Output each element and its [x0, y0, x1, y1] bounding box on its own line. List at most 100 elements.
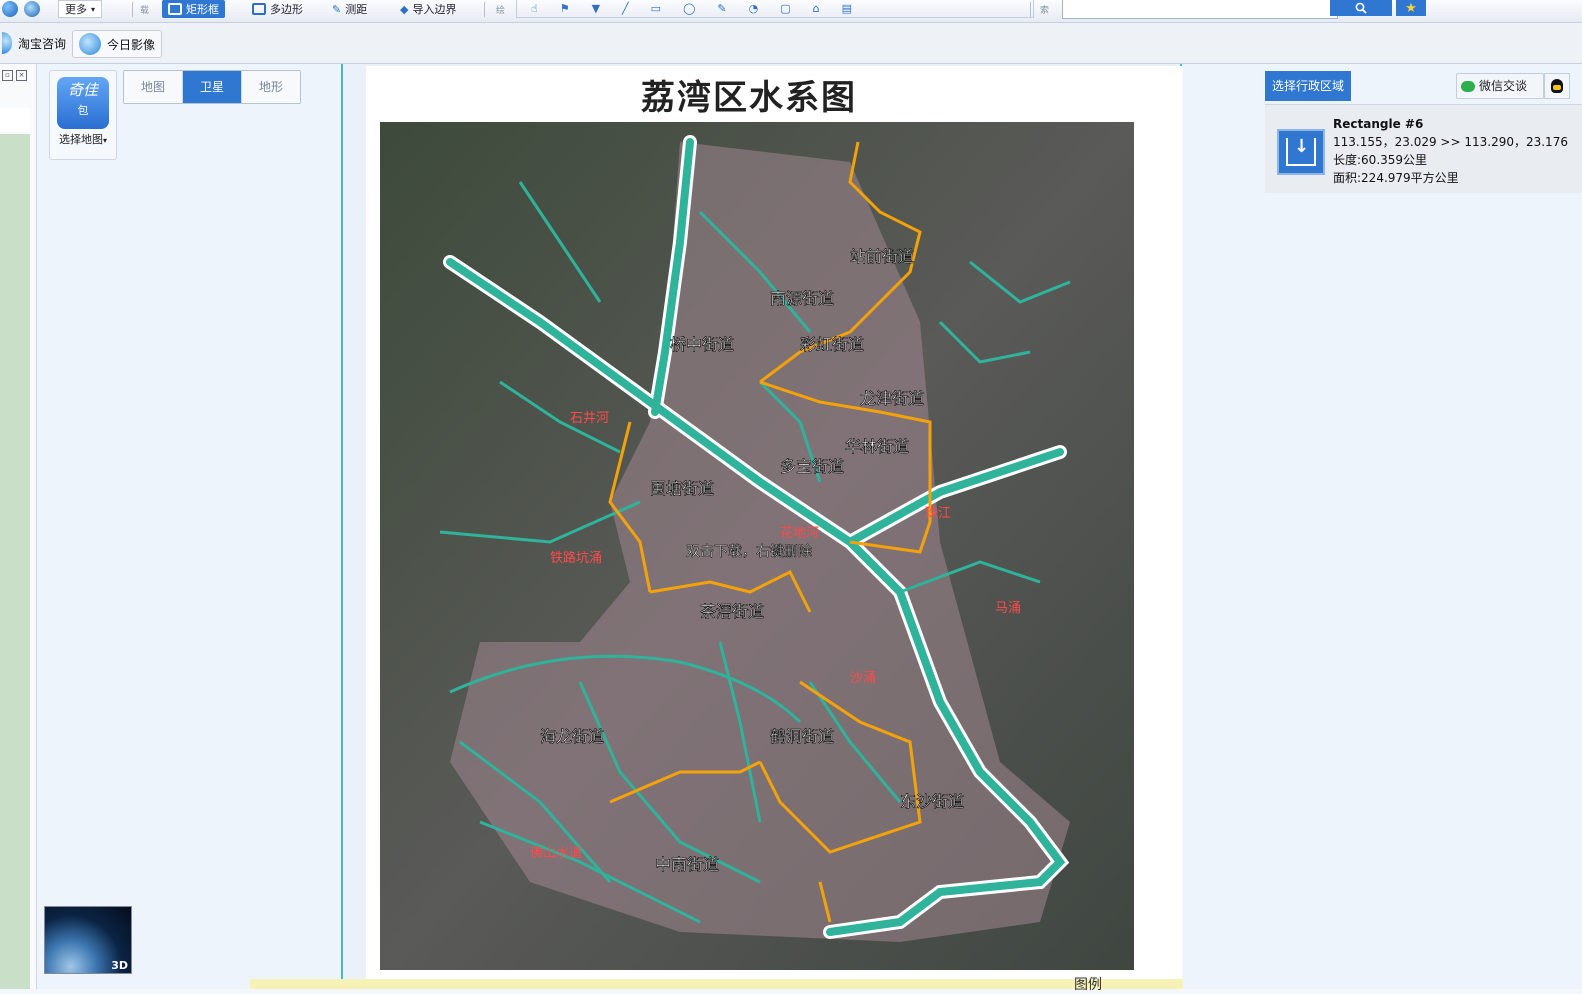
search-input[interactable]	[1062, 0, 1338, 19]
polygon-tool-label: 多边形	[270, 3, 303, 16]
polygon-tool-button[interactable]: 多边形	[252, 0, 303, 18]
toolbar-group-draw: 绘	[496, 6, 506, 16]
download-hint: 双击下载，右键删除	[686, 544, 812, 560]
square-icon[interactable]: ▢	[780, 2, 790, 15]
river-label: 花地河	[780, 525, 819, 541]
save-icon[interactable]: ▤	[842, 2, 852, 15]
today-imagery-button[interactable]: 今日影像	[72, 30, 163, 58]
chevron-down-icon: ▾	[102, 136, 107, 145]
toolbar-group-load: 载	[140, 6, 150, 16]
circle-icon[interactable]: ◯	[683, 2, 695, 15]
taobao-consult-label: 淘宝咨询	[18, 36, 67, 51]
pencil-icon[interactable]: ✎	[717, 2, 726, 15]
qq-chat-button[interactable]	[1544, 73, 1570, 99]
region-area: 面积:224.979平方公里	[1333, 171, 1459, 185]
taobao-icon	[2, 32, 12, 54]
district-label: 南源街道	[770, 289, 834, 308]
import-icon: ◆	[400, 2, 409, 16]
measure-tool-button[interactable]: ✎ 测距	[332, 0, 367, 18]
pan-icon[interactable]: ☝	[531, 2, 538, 15]
district-label: 桥中街道	[670, 335, 734, 354]
map-type-tabs: 地图 卫星 地形	[123, 70, 301, 104]
main-toolbar: 更多 ▾ 载 矩形框 多边形 ✎ 测距 ◆ 导入边界 绘 ☝ ⚑ ▼ ╱ ▭ ◯…	[0, 0, 1582, 23]
river-label: 沙涌	[850, 671, 876, 686]
tab-satellite[interactable]: 卫星	[183, 71, 242, 103]
district-label: 海龙街道	[540, 727, 604, 746]
dock-slot	[0, 108, 30, 132]
district-label: 彩虹街道	[800, 335, 864, 354]
map-bag-icon-sub: 包	[77, 104, 89, 117]
rectangle-tool-button[interactable]: 矩形框	[162, 0, 225, 18]
tab-select-region[interactable]: 选择行政区域	[1265, 71, 1351, 101]
today-imagery-label: 今日影像	[107, 37, 156, 52]
left-dock-strip: ▫ ×	[0, 64, 37, 989]
map-sheet: 荔湾区水系图 站前街道 南源街道 桥中街道 彩虹街道 华林街道 多宝街道 龙津街…	[366, 66, 1182, 989]
select-map-text: 选择地图	[58, 133, 103, 146]
download-region-button[interactable]	[1277, 129, 1325, 175]
region-item[interactable]: Rectangle #6 113.155，23.029 >> 113.290，2…	[1265, 104, 1582, 193]
district-label: 鹤洞街道	[770, 727, 834, 746]
district-label: 站前街道	[850, 247, 914, 266]
clock-icon[interactable]: ◔	[749, 2, 759, 15]
region-panel: 选择行政区域 微信交谈 Rectangle #6 113.155，23.029 …	[1183, 64, 1582, 989]
globe-icon[interactable]	[2, 0, 18, 18]
dock-panel-background	[0, 134, 30, 989]
toolbar-divider	[132, 2, 133, 17]
polygon-icon	[252, 3, 266, 15]
district-label: 龙津街道	[860, 389, 924, 408]
taobao-consult-button[interactable]: 淘宝咨询	[0, 30, 72, 56]
district-label: 华林街道	[845, 437, 909, 456]
region-coords: 113.155，23.029 >> 113.290，23.176	[1333, 135, 1568, 149]
tab-map[interactable]: 地图	[124, 71, 183, 103]
import-boundary-button[interactable]: ◆ 导入边界	[400, 0, 456, 18]
earth-icon[interactable]	[24, 0, 40, 18]
export-icon[interactable]: ▭	[651, 2, 661, 15]
map-bag-icon-text: 奇佳	[67, 81, 98, 99]
star-icon: ★	[1405, 0, 1417, 16]
measure-tool-label: 测距	[345, 3, 368, 16]
district-label: 多宝街道	[780, 457, 844, 476]
rectangle-tool-label: 矩形框	[186, 3, 219, 16]
legend-strip	[250, 979, 1320, 989]
globe-3d-view[interactable]: 3D	[44, 906, 132, 974]
restore-icon[interactable]: ▫	[2, 70, 13, 81]
select-map-button[interactable]: 奇佳 包 选择地图▾	[49, 70, 117, 160]
search-icon	[1355, 2, 1367, 14]
download-icon	[1286, 136, 1316, 166]
legend-title: 图例	[1074, 977, 1102, 993]
draw-tools-group: ☝ ⚑ ▼ ╱ ▭ ◯ ✎ ◔ ▢ ⌂ ▤	[516, 0, 1034, 18]
district-label: 中南街道	[655, 855, 719, 874]
today-imagery-icon	[79, 33, 101, 55]
flag-icon[interactable]: ⚑	[560, 2, 570, 15]
select-map-label: 选择地图▾	[50, 131, 116, 147]
rectangle-icon	[168, 3, 182, 15]
toolbar-divider	[1030, 2, 1031, 17]
region-details: Rectangle #6 113.155，23.029 >> 113.290，2…	[1333, 115, 1568, 187]
wechat-chat-label: 微信交谈	[1479, 79, 1528, 93]
district-label: 东沙街道	[900, 792, 964, 811]
ruler-icon: ✎	[332, 2, 342, 16]
favorite-button[interactable]: ★	[1396, 0, 1426, 16]
line-icon[interactable]: ╱	[622, 2, 629, 15]
map-bag-icon: 奇佳 包	[57, 77, 109, 129]
import-boundary-label: 导入边界	[412, 3, 457, 16]
map-source-panel: 奇佳 包 选择地图▾ 地图 卫星 地形 3D	[37, 64, 341, 989]
chevron-down-icon: ▾	[91, 4, 96, 14]
more-menu-button[interactable]: 更多 ▾	[58, 0, 103, 18]
toolbar-group-search: 索	[1040, 6, 1050, 16]
region-title: Rectangle #6	[1333, 117, 1424, 131]
wechat-chat-button[interactable]: 微信交谈	[1456, 73, 1544, 99]
tag-icon[interactable]: ⌂	[813, 2, 820, 15]
river-label: 佛山水道	[530, 846, 582, 861]
close-icon[interactable]: ×	[16, 70, 27, 81]
secondary-toolbar: 淘宝咨询 今日影像	[0, 23, 1582, 64]
water-system-map: 站前街道 南源街道 桥中街道 彩虹街道 华林街道 多宝街道 龙津街道 围塘街道 …	[380, 122, 1134, 970]
globe-3d-badge: 3D	[111, 959, 128, 972]
satellite-map-image[interactable]: 站前街道 南源街道 桥中街道 彩虹街道 华林街道 多宝街道 龙津街道 围塘街道 …	[380, 122, 1134, 970]
wechat-icon	[1461, 80, 1475, 92]
pin-icon[interactable]: ▼	[592, 2, 600, 15]
dock-controls: ▫ ×	[2, 70, 27, 81]
search-button[interactable]	[1330, 0, 1392, 16]
tab-terrain[interactable]: 地形	[242, 71, 300, 103]
river-label: 马涌	[995, 601, 1021, 616]
